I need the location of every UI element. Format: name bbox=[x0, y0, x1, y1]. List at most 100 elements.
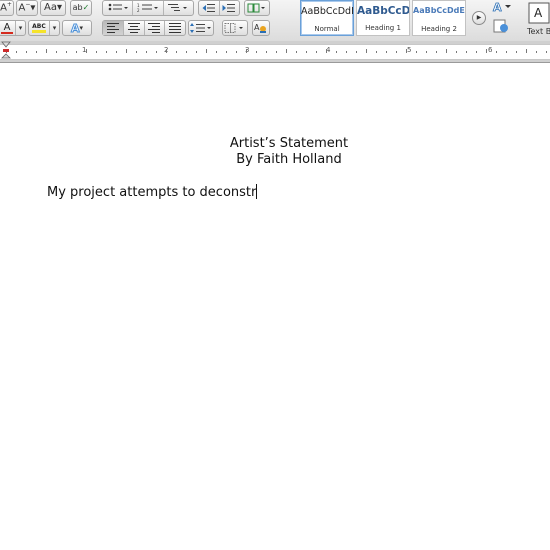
text-effects-button[interactable]: A ▾ bbox=[62, 20, 92, 36]
justify-icon bbox=[169, 23, 182, 33]
ruler-tick bbox=[96, 51, 97, 53]
style-name: Heading 1 bbox=[365, 24, 401, 32]
horizontal-ruler[interactable]: 1 2 3 4 5 6 bbox=[0, 41, 550, 63]
font-color-dropdown[interactable]: ▾ bbox=[16, 21, 25, 35]
style-gallery: AaBbCcDdEe Normal AaBbCcDc Heading 1 AaB… bbox=[296, 0, 466, 38]
line-spacing-button[interactable] bbox=[188, 20, 214, 36]
borders-button[interactable] bbox=[222, 20, 248, 36]
ruler-tick bbox=[26, 51, 27, 53]
ruler-tick bbox=[426, 51, 427, 53]
bullets-button[interactable] bbox=[103, 1, 134, 15]
ruler-tick bbox=[336, 51, 337, 53]
indent-buttons bbox=[198, 0, 240, 16]
text-box-button[interactable]: A Text B bbox=[524, 0, 550, 38]
font-color-icon: A bbox=[3, 21, 11, 33]
document-title: Artist’s Statement bbox=[229, 136, 349, 151]
change-case-icon: Aa▾ bbox=[44, 2, 62, 13]
align-center-button[interactable] bbox=[124, 21, 145, 35]
ruler-tick bbox=[306, 51, 307, 53]
ruler-tick bbox=[296, 51, 297, 53]
document-page[interactable]: Artist’s Statement By Faith Holland My p… bbox=[0, 63, 550, 550]
increase-indent-button[interactable] bbox=[220, 1, 240, 15]
ruler-tick bbox=[156, 51, 157, 53]
multilevel-list-icon bbox=[168, 4, 188, 11]
ruler-tick bbox=[76, 51, 77, 53]
increase-indent-icon bbox=[222, 4, 236, 12]
line-spacing-icon bbox=[190, 23, 211, 33]
justify-button[interactable] bbox=[165, 21, 185, 35]
svg-text:A: A bbox=[534, 6, 543, 20]
font-size-decrease-icon: A−▾ bbox=[18, 1, 36, 14]
ruler-tick bbox=[116, 51, 117, 53]
ruler-tick bbox=[236, 51, 237, 53]
ruler-tick bbox=[516, 51, 517, 53]
columns-button[interactable] bbox=[244, 0, 270, 16]
ruler-tick bbox=[476, 51, 477, 53]
align-right-button[interactable] bbox=[145, 21, 166, 35]
ruler-tick bbox=[166, 49, 167, 53]
font-color-button[interactable]: A bbox=[0, 21, 17, 35]
ruler-tick bbox=[276, 51, 277, 53]
grow-font-button[interactable]: A+ bbox=[0, 0, 14, 16]
ruler-tick bbox=[216, 51, 217, 53]
ruler-tick bbox=[366, 49, 367, 53]
text-box-label: Text B bbox=[527, 27, 550, 36]
ruler-tick bbox=[416, 51, 417, 53]
spelling-button[interactable]: ab✓ bbox=[70, 0, 92, 16]
ruler-tick bbox=[16, 51, 17, 53]
ruler-tick bbox=[446, 49, 447, 53]
show-formatting-button[interactable]: A bbox=[252, 20, 270, 36]
ruler-tick bbox=[536, 51, 537, 53]
spelling-icon: ab✓ bbox=[72, 3, 90, 12]
ruler-tick bbox=[246, 49, 247, 53]
document-body-line: My project attempts to deconstr bbox=[47, 184, 258, 200]
ruler-tick bbox=[496, 51, 497, 53]
ruler-tick bbox=[406, 49, 407, 53]
ruler-tick bbox=[326, 49, 327, 53]
ruler-tick bbox=[146, 51, 147, 53]
font-size-increase-icon: A+ bbox=[0, 1, 12, 14]
align-center-icon bbox=[127, 23, 140, 33]
highlight-control: ABC ▾ bbox=[28, 20, 60, 36]
ruler-tick bbox=[86, 49, 87, 53]
svg-text:A: A bbox=[493, 1, 502, 14]
decrease-indent-button[interactable] bbox=[199, 1, 220, 15]
style-heading-2[interactable]: AaBbCcDdEe Heading 2 bbox=[412, 0, 466, 36]
highlight-button[interactable]: ABC bbox=[29, 21, 50, 35]
ruler-tick bbox=[226, 51, 227, 53]
ruler-tick bbox=[66, 51, 67, 53]
style-sample: AaBbCcDdEe bbox=[301, 6, 353, 17]
multilevel-list-button[interactable] bbox=[164, 1, 193, 15]
style-sample: AaBbCcDc bbox=[357, 5, 409, 17]
ruler-tick bbox=[176, 51, 177, 53]
style-name: Normal bbox=[314, 25, 340, 33]
ruler-tick bbox=[36, 51, 37, 53]
text-cursor bbox=[256, 184, 258, 199]
show-formatting-icon: A bbox=[254, 23, 266, 33]
highlight-dropdown[interactable]: ▾ bbox=[50, 21, 59, 35]
shrink-font-button[interactable]: A−▾ bbox=[16, 0, 38, 16]
ruler-tick bbox=[486, 49, 487, 53]
style-normal[interactable]: AaBbCcDdEe Normal bbox=[300, 0, 354, 36]
align-left-button[interactable] bbox=[103, 21, 124, 35]
gallery-next-button[interactable]: ▶ bbox=[472, 11, 486, 25]
numbering-button[interactable]: 12 bbox=[133, 1, 164, 15]
change-case-button[interactable]: Aa▾ bbox=[40, 0, 66, 16]
ruler-tick bbox=[126, 49, 127, 53]
ruler-tick bbox=[506, 51, 507, 53]
ruler-tick bbox=[106, 51, 107, 53]
style-heading-1[interactable]: AaBbCcDc Heading 1 bbox=[356, 0, 410, 36]
text-box-icon: A bbox=[528, 2, 550, 24]
numbered-list-icon: 12 bbox=[137, 3, 158, 13]
ruler-tick bbox=[436, 51, 437, 53]
indent-marker-icon[interactable] bbox=[1, 41, 11, 61]
columns-icon bbox=[247, 3, 265, 13]
ruler-tick bbox=[186, 51, 187, 53]
styles-pane-button[interactable]: A bbox=[492, 0, 516, 36]
ruler-tick bbox=[56, 51, 57, 53]
ruler-tick bbox=[196, 51, 197, 53]
ruler-tick bbox=[266, 51, 267, 53]
ruler-tick bbox=[376, 51, 377, 53]
svg-text:A: A bbox=[254, 23, 260, 32]
align-right-icon bbox=[148, 23, 161, 33]
